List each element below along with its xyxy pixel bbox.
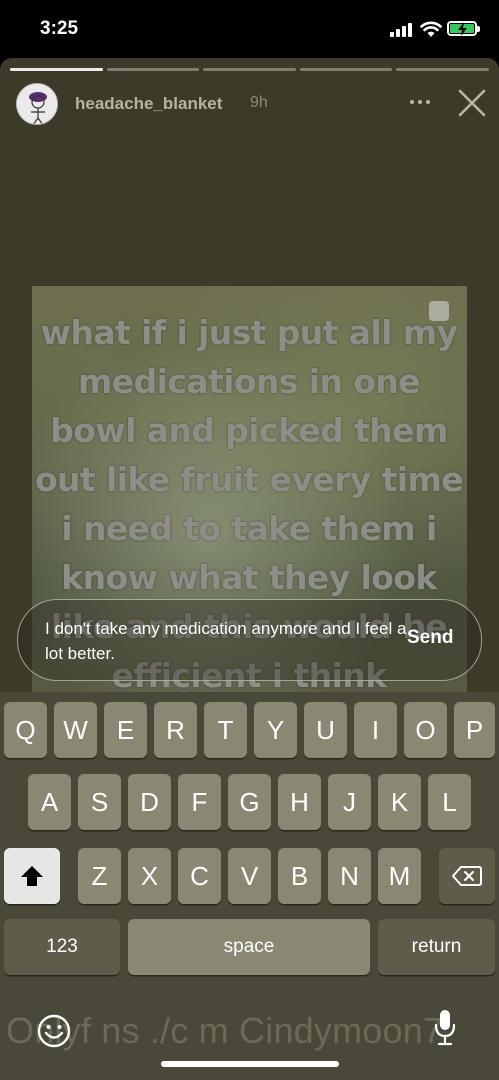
key-e[interactable]: E [104,702,147,758]
key-o[interactable]: O [404,702,447,758]
progress-segment [396,68,489,71]
overlay-line: out like fruit every time [34,460,464,499]
key-q[interactable]: Q [4,702,47,758]
key-l[interactable]: L [428,774,471,830]
key-k[interactable]: K [378,774,421,830]
send-button[interactable]: Send [407,627,453,649]
key-p[interactable]: P [454,702,495,758]
story-progress-bar [10,68,489,71]
close-icon[interactable] [455,86,489,120]
key-c[interactable]: C [178,848,221,904]
numbers-key[interactable]: 123 [4,919,120,975]
key-t[interactable]: T [204,702,247,758]
battery-charging-icon [447,21,480,36]
shift-icon [21,866,43,886]
overlay-line: what if i just put all my [40,313,458,352]
overlay-line: i need to take them i [61,509,437,548]
key-d[interactable]: D [128,774,171,830]
key-x[interactable]: X [128,848,171,904]
progress-segment [203,68,296,71]
key-g[interactable]: G [228,774,271,830]
delete-icon [452,866,482,886]
key-a[interactable]: A [28,774,71,830]
key-b[interactable]: B [278,848,321,904]
wifi-icon [420,21,442,37]
key-n[interactable]: N [328,848,371,904]
key-v[interactable]: V [228,848,271,904]
story-viewer[interactable]: headache_blanket 9h what if i just put a… [0,58,499,1080]
overlay-line: know what they look [61,558,437,597]
key-f[interactable]: F [178,774,221,830]
key-s[interactable]: S [78,774,121,830]
key-u[interactable]: U [304,702,347,758]
mic-icon[interactable] [433,1008,457,1048]
shift-key[interactable] [4,848,60,904]
delete-key[interactable] [439,848,495,904]
key-r[interactable]: R [154,702,197,758]
progress-segment [106,68,200,71]
signal-icon [390,23,414,37]
story-username[interactable]: headache_blanket [75,94,222,114]
overlay-line: medications in one [78,362,421,401]
key-j[interactable]: J [328,774,371,830]
key-y[interactable]: Y [254,702,297,758]
more-icon[interactable] [405,90,435,114]
return-key[interactable]: return [378,919,495,975]
key-z[interactable]: Z [78,848,121,904]
home-indicator[interactable] [161,1061,339,1067]
status-bar: 3:25 [0,0,499,58]
reply-text[interactable]: I don't take any medication anymore and … [45,616,415,666]
key-m[interactable]: M [378,848,421,904]
emoji-icon[interactable] [36,1013,72,1049]
progress-segment [10,68,103,71]
key-i[interactable]: I [354,702,397,758]
overlay-line: bowl and picked them [50,411,448,450]
key-h[interactable]: H [278,774,321,830]
avatar[interactable] [16,83,58,125]
status-time: 3:25 [40,18,79,39]
progress-segment [299,68,393,71]
reply-input[interactable]: I don't take any medication anymore and … [17,599,482,681]
space-key[interactable]: space [128,919,370,975]
story-time-ago: 9h [250,94,268,111]
key-w[interactable]: W [54,702,97,758]
